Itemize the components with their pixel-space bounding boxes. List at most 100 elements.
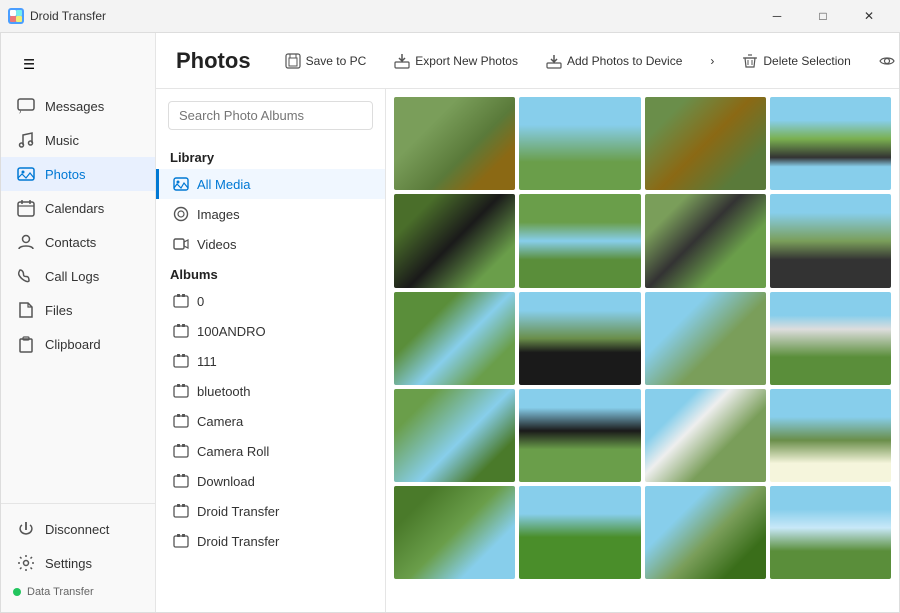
photo-4[interactable] (770, 97, 891, 190)
sidebar-item-files[interactable]: Files (1, 293, 155, 327)
title-bar: Droid Transfer ─ □ ✕ (0, 0, 900, 32)
album-label-0: 0 (197, 294, 204, 309)
sidebar-item-settings-label: Settings (45, 556, 92, 571)
sidebar-item-photos[interactable]: Photos (1, 157, 155, 191)
album-icon-download (173, 473, 189, 489)
album-label-download: Download (197, 474, 255, 489)
sidebar-item-clipboard[interactable]: Clipboard (1, 327, 155, 361)
photo-2[interactable] (519, 97, 640, 190)
photo-grid (386, 89, 899, 612)
photo-17[interactable] (394, 486, 515, 579)
videos-label: Videos (197, 237, 237, 252)
album-icon-111 (173, 353, 189, 369)
photo-18[interactable] (519, 486, 640, 579)
album-item-camera[interactable]: Camera (156, 406, 385, 436)
photo-7[interactable] (645, 194, 766, 287)
sidebar: ☰ Messages Music Photos (1, 33, 156, 612)
album-item-bluetooth[interactable]: bluetooth (156, 376, 385, 406)
sidebar-item-call-logs[interactable]: Call Logs (1, 259, 155, 293)
album-icon-bluetooth (173, 383, 189, 399)
body-area: Library All Media Images (156, 89, 899, 612)
more-icon: › (710, 54, 714, 68)
images-label: Images (197, 207, 240, 222)
left-panel: Library All Media Images (156, 89, 386, 612)
sidebar-item-files-label: Files (45, 303, 72, 318)
photo-12[interactable] (770, 292, 891, 385)
photo-10[interactable] (519, 292, 640, 385)
hamburger-menu[interactable]: ☰ (9, 45, 49, 85)
album-label-bluetooth: bluetooth (197, 384, 251, 399)
sidebar-item-settings[interactable]: Settings (1, 546, 155, 580)
files-icon (17, 301, 35, 319)
title-bar-left: Droid Transfer (8, 8, 106, 24)
photo-3[interactable] (645, 97, 766, 190)
album-icon-droid-transfer-1 (173, 503, 189, 519)
album-label-camera: Camera (197, 414, 243, 429)
hamburger-icon: ☰ (23, 57, 35, 73)
library-item-images[interactable]: Images (156, 199, 385, 229)
messages-icon (17, 97, 35, 115)
status-label: Data Transfer (27, 586, 94, 598)
photo-14[interactable] (519, 389, 640, 482)
export-new-photos-button[interactable]: Export New Photos (384, 47, 528, 75)
library-item-all-media[interactable]: All Media (156, 169, 385, 199)
album-item-100andro[interactable]: 100ANDRO (156, 316, 385, 346)
maximize-button[interactable]: □ (800, 0, 846, 32)
album-label-camera-roll: Camera Roll (197, 444, 269, 459)
sidebar-item-music[interactable]: Music (1, 123, 155, 157)
close-button[interactable]: ✕ (846, 0, 892, 32)
library-item-videos[interactable]: Videos (156, 229, 385, 259)
export-new-photos-label: Export New Photos (415, 54, 518, 68)
export-icon (394, 53, 410, 69)
photo-6[interactable] (519, 194, 640, 287)
app-icon (8, 8, 24, 24)
album-item-droid-transfer-2[interactable]: Droid Transfer (156, 526, 385, 556)
album-icon-100andro (173, 323, 189, 339)
contacts-icon (17, 233, 35, 251)
header: Photos Save to PC Export New Photos Add … (156, 33, 899, 89)
sidebar-item-disconnect[interactable]: Disconnect (1, 512, 155, 546)
photo-1[interactable] (394, 97, 515, 190)
sidebar-item-clipboard-label: Clipboard (45, 337, 101, 352)
settings-icon (17, 554, 35, 572)
save-to-pc-label: Save to PC (306, 54, 367, 68)
sidebar-item-messages[interactable]: Messages (1, 89, 155, 123)
album-item-camera-roll[interactable]: Camera Roll (156, 436, 385, 466)
album-label-111: 111 (197, 354, 217, 369)
status-dot (13, 588, 21, 596)
photo-5[interactable] (394, 194, 515, 287)
disconnect-icon (17, 520, 35, 538)
photo-11[interactable] (645, 292, 766, 385)
save-to-pc-button[interactable]: Save to PC (275, 47, 377, 75)
album-icon-camera (173, 413, 189, 429)
album-item-download[interactable]: Download (156, 466, 385, 496)
delete-selection-button[interactable]: Delete Selection (732, 47, 860, 75)
preview-button[interactable]: Preview (869, 47, 899, 75)
add-photos-icon (546, 53, 562, 69)
sidebar-item-photos-label: Photos (45, 167, 85, 182)
albums-title: Albums (156, 259, 385, 286)
search-input[interactable] (168, 101, 373, 130)
more-button[interactable]: › (700, 48, 724, 74)
sidebar-item-calendars[interactable]: Calendars (1, 191, 155, 225)
sidebar-item-contacts[interactable]: Contacts (1, 225, 155, 259)
add-photos-button[interactable]: Add Photos to Device (536, 47, 692, 75)
photo-16[interactable] (770, 389, 891, 482)
album-item-droid-transfer-1[interactable]: Droid Transfer (156, 496, 385, 526)
music-icon (17, 131, 35, 149)
photo-20[interactable] (770, 486, 891, 579)
sidebar-bottom: Disconnect Settings Data Transfer (1, 503, 155, 612)
album-item-111[interactable]: 111 (156, 346, 385, 376)
photo-8[interactable] (770, 194, 891, 287)
album-icon-droid-transfer-2 (173, 533, 189, 549)
minimize-button[interactable]: ─ (754, 0, 800, 32)
photo-13[interactable] (394, 389, 515, 482)
sidebar-item-calendars-label: Calendars (45, 201, 104, 216)
album-icon-0 (173, 293, 189, 309)
album-item-0[interactable]: 0 (156, 286, 385, 316)
delete-icon (742, 53, 758, 69)
photo-9[interactable] (394, 292, 515, 385)
photo-15[interactable] (645, 389, 766, 482)
photo-19[interactable] (645, 486, 766, 579)
photos-icon (17, 165, 35, 183)
